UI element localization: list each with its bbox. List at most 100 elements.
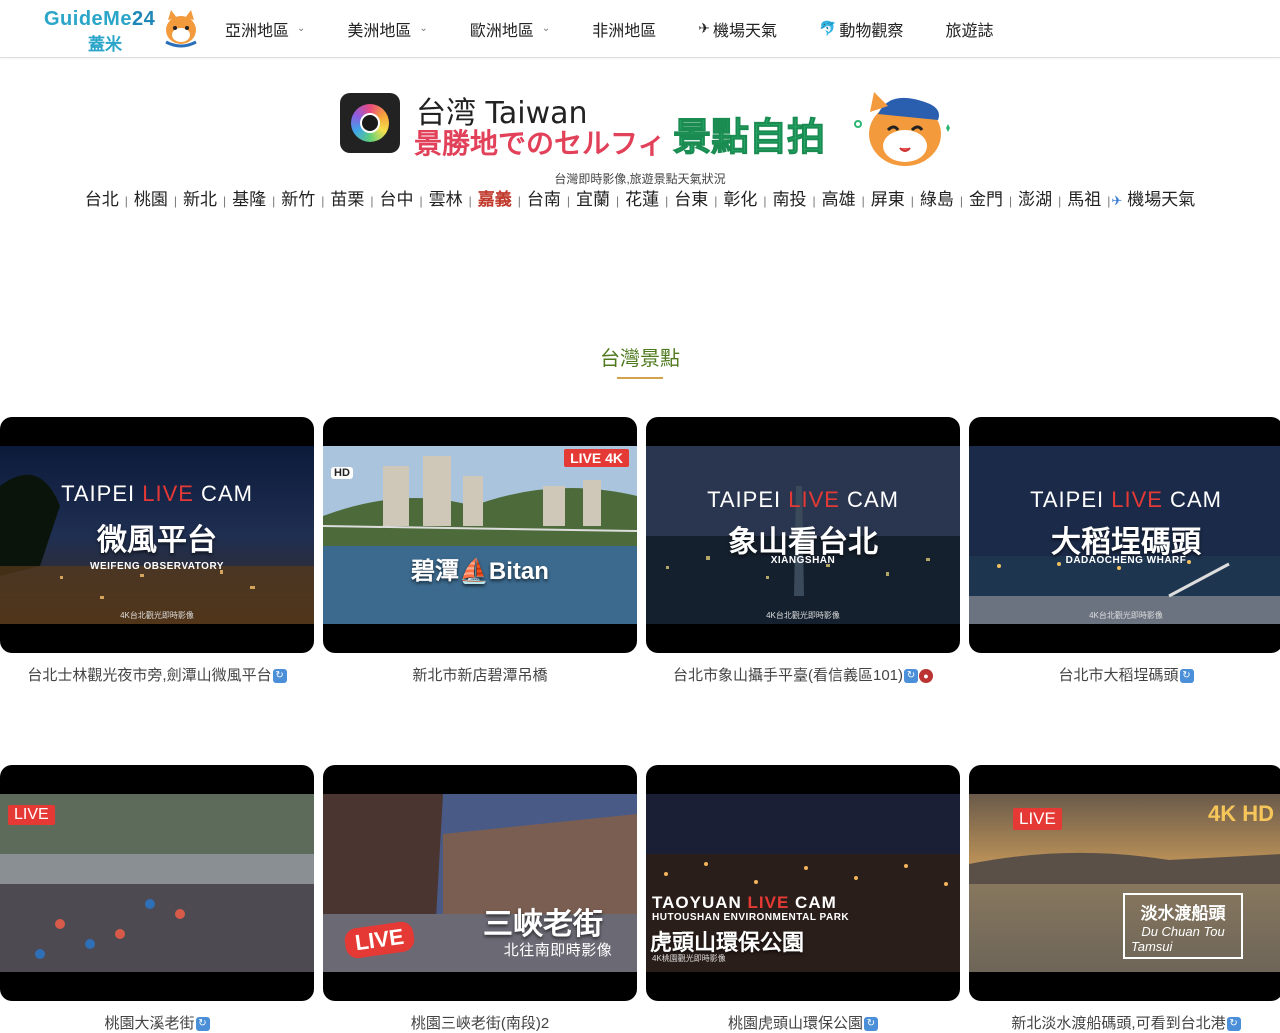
nav-item[interactable]: 🐬 動物觀察 (798, 17, 924, 41)
hd-badge: HD (331, 467, 353, 479)
webcam-thumbnail (323, 446, 637, 624)
live-badge: LIVE (1013, 808, 1062, 830)
divider: | (861, 194, 865, 208)
card-caption-subtitle: HUTOUSHAN ENVIRONMENTAL PARK (652, 912, 850, 923)
city-link[interactable]: 屏東 (866, 190, 910, 209)
card-caption-subtitle: DADAOCHENG WHARF (1065, 555, 1187, 566)
refresh-icon: ↻ (1179, 669, 1194, 684)
city-link[interactable]: 基隆 (227, 190, 271, 209)
chevron-down-icon: ⌄ (419, 23, 428, 34)
city-link[interactable]: 桃園 (129, 190, 173, 209)
city-link[interactable]: 新竹 (276, 190, 320, 209)
nav-item[interactable]: ✈ 機場天氣 (677, 17, 798, 41)
city-link[interactable]: 新北 (178, 190, 222, 209)
cat-mascot-icon (165, 10, 197, 48)
refresh-icon: ↻ (195, 1017, 210, 1032)
top-navbar: GuideMe24 蓋米 亞洲地區 ⌄ 美洲地區 ⌄ 歐洲地區 ⌄ 非洲地區 ✈ 機場天氣 🐬 動物… (0, 0, 1280, 58)
card-caption-line1: TAIPEI LIVE CAM (61, 481, 253, 506)
airplane-icon: ✈ (698, 20, 710, 36)
nav-item[interactable]: 亞洲地區 ⌄ (204, 17, 326, 41)
logo-subtitle: 蓋米 (88, 35, 122, 54)
site-logo[interactable]: GuideMe24 蓋米 (44, 6, 204, 54)
banner-subtitle: 台灣即時影像,旅遊景點天氣狀況 (554, 172, 726, 186)
city-link[interactable]: 台東 (669, 190, 713, 209)
nav-item[interactable]: 非洲地區 (571, 17, 677, 41)
main-nav: 亞洲地區 ⌄ 美洲地區 ⌄ 歐洲地區 ⌄ 非洲地區 ✈ 機場天氣 🐬 動物觀察 旅遊誌 (204, 0, 1014, 57)
camera-app-icon (340, 93, 400, 153)
card-caption-subtitle: WEIFENG OBSERVATORY (90, 561, 224, 572)
nav-label: 機場天氣 (712, 22, 777, 40)
nav-item[interactable]: 歐洲地區 ⌄ (449, 17, 571, 41)
refresh-icon: ↻ (904, 669, 919, 684)
dolphin-icon: 🐬 (818, 20, 837, 36)
city-link[interactable]: 澎湖 (1013, 190, 1057, 209)
card-caption-footer: 4K台北觀光即時影像 (120, 611, 194, 620)
city-link[interactable]: 台中 (374, 190, 418, 209)
cat-mascot-icon (854, 92, 950, 166)
hd-badge: 4K HD (1207, 801, 1274, 826)
live-badge: LIVE 4K (564, 449, 629, 467)
divider: | (419, 194, 423, 208)
section-underline (617, 377, 663, 379)
card-caption-footer: 4K台北觀光即時影像 (1089, 611, 1163, 620)
hero-banner: 台湾 Taiwan 景勝地でのセルフィ 景點自拍 (338, 82, 958, 172)
city-link[interactable]: 馬祖 (1062, 190, 1106, 209)
city-link[interactable]: 台南 (522, 190, 566, 209)
webcam-card[interactable]: LIVE (0, 765, 314, 1001)
nav-label: 美洲地區 (347, 22, 412, 40)
city-link[interactable]: 苗栗 (325, 190, 369, 209)
webcam-card[interactable]: TAOYUAN LIVE CAM HUTOUSHAN ENVIRONMENTAL… (646, 765, 960, 1001)
city-links: 台北 | 桃園 | 新北 | 基隆 | 新竹 | 苗栗 | 台中 | 雲林 | 嘉義 | 台南 | 宜蘭 | 花蓮 | 台東 | 彰… (8, 188, 1272, 213)
webcam-card[interactable]: LIVE 4K HD 淡水渡船頭 Du Chuan Tou Tamsui (969, 765, 1280, 1001)
city-link[interactable]: 嘉義 (473, 190, 517, 209)
webcam-card[interactable]: LIVE 4K HD 碧潭⛵Bitan (323, 417, 637, 653)
card-label[interactable]: 台北士林觀光夜市旁,劍潭山微風平台 ↻ (0, 664, 314, 685)
card-caption-subtitle: 北往南即時影像 (503, 942, 613, 959)
city-link[interactable]: 南投 (767, 190, 811, 209)
live-badge: LIVE (8, 805, 55, 825)
city-link[interactable]: 機場天氣 (1122, 190, 1200, 209)
refresh-icon: ↻ (1226, 1017, 1241, 1032)
city-link[interactable]: 彰化 (718, 190, 762, 209)
refresh-icon: ↻ (864, 1017, 878, 1032)
chevron-down-icon: ⌄ (541, 23, 551, 34)
city-link[interactable]: 綠島 (915, 190, 959, 209)
city-link[interactable]: 高雄 (817, 190, 861, 209)
card-label[interactable]: 台北市大稻埕碼頭 ↻ (969, 664, 1280, 685)
webcam-card[interactable]: TAIPEI LIVE CAM 微風平台 WEIFENG OBSERVATORY… (0, 417, 314, 653)
card-caption-title: 三峽老街 (483, 908, 603, 941)
card-caption-footer: Tamsui (1131, 939, 1173, 954)
card-caption-subtitle: Du Chuan Tou (1141, 924, 1225, 939)
card-caption-footer: 4K台北觀光即時影像 (766, 611, 840, 620)
nav-item[interactable]: 美洲地區 ⌄ (326, 17, 448, 41)
divider: | (812, 194, 816, 208)
card-label[interactable]: 台北市象山攝手平臺(看信義區101) ↻ ● (646, 664, 960, 685)
section-title: 台灣景點 (600, 348, 680, 370)
city-link[interactable]: 金門 (964, 190, 1008, 209)
nav-label: 非洲地區 (592, 22, 657, 40)
city-link[interactable]: 雲林 (424, 190, 468, 209)
banner-heading: 景點自拍 (672, 117, 826, 160)
nav-label: 旅遊誌 (945, 22, 994, 40)
refresh-icon: ↻ (272, 669, 287, 684)
nav-label: 亞洲地區 (225, 22, 290, 40)
nav-label: 動物觀察 (839, 22, 904, 40)
airplane-icon: ✈ (1111, 193, 1123, 208)
divider: | (468, 194, 472, 208)
card-label[interactable]: 新北淡水渡船碼頭,可看到台北港 ↻ (969, 1012, 1280, 1033)
card-caption-line1: TAOYUAN LIVE CAM (652, 893, 837, 912)
webcam-card[interactable]: TAIPEI LIVE CAM 大稻埕碼頭 DADAOCHENG WHARF 4… (969, 417, 1280, 653)
webcam-card[interactable]: TAIPEI LIVE CAM 象山看台北 XIANGSHAN 4K台北觀光即時… (646, 417, 960, 653)
card-caption-line1: TAIPEI LIVE CAM (707, 487, 899, 512)
card-label[interactable]: 桃園虎頭山環保公園 ↻ (646, 1012, 960, 1033)
card-label[interactable]: 新北市新店碧潭吊橋 (323, 664, 637, 685)
city-link[interactable]: 台北 (80, 190, 124, 209)
card-label[interactable]: 桃園三峽老街(南段)2 (323, 1012, 637, 1033)
card-caption-title: 碧潭⛵Bitan (411, 558, 549, 585)
card-label[interactable]: 桃園大溪老街 ↻ (0, 1012, 314, 1033)
webcam-card[interactable]: 三峽老街 北往南即時影像 LIVE (323, 765, 637, 1001)
nav-item[interactable]: 旅遊誌 (924, 17, 1014, 41)
city-link[interactable]: 宜蘭 (571, 190, 615, 209)
city-link[interactable]: 花蓮 (620, 190, 664, 209)
card-caption-title: 淡水渡船頭 (1140, 904, 1226, 923)
